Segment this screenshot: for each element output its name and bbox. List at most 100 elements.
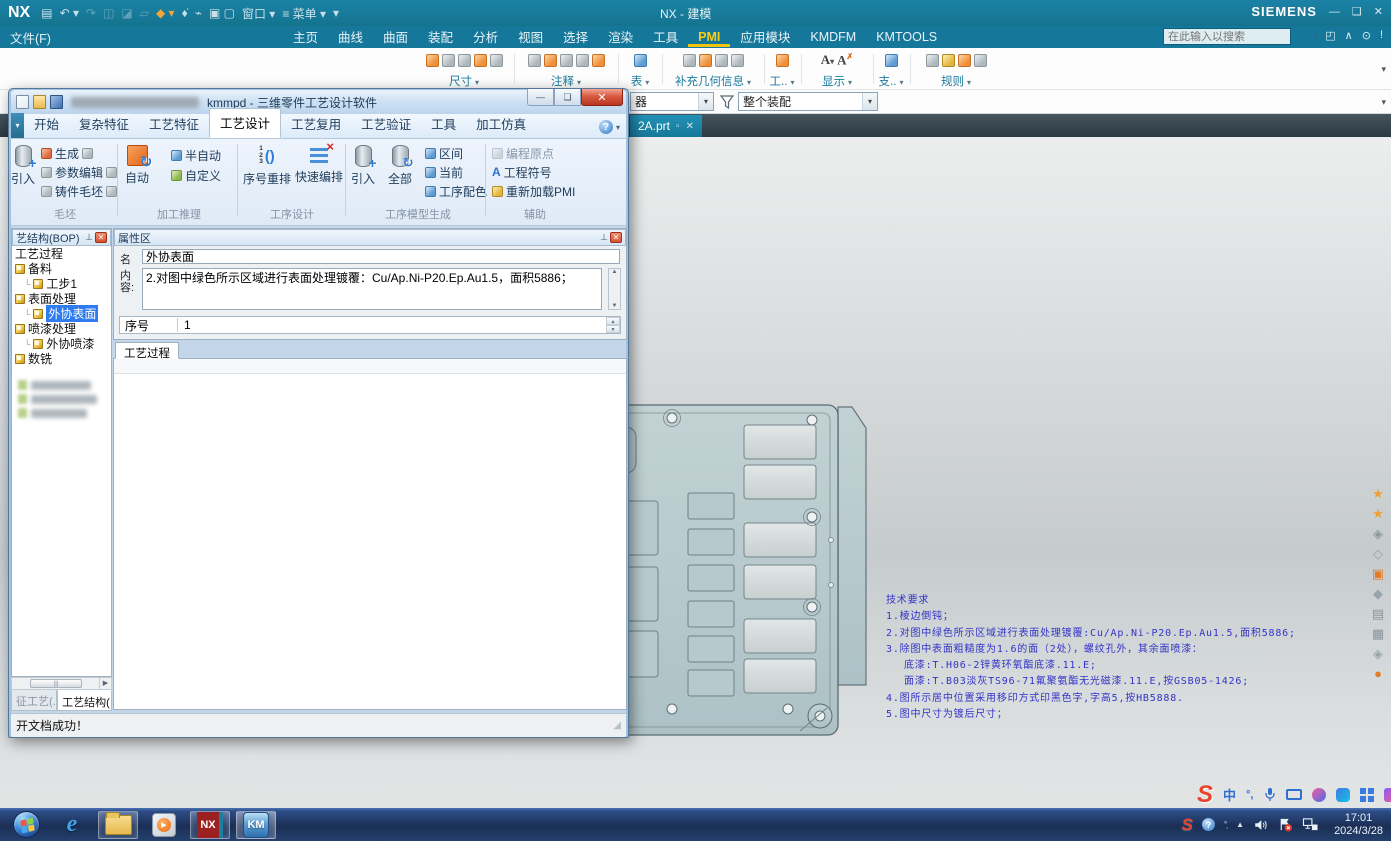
command-icon[interactable]: ⌁ (195, 6, 202, 20)
nx-close-button[interactable]: ✕ (1374, 5, 1383, 18)
skin-icon[interactable] (1312, 788, 1326, 802)
rapid-dimension-icon[interactable] (426, 54, 439, 67)
display-style-icon[interactable]: A▾ (821, 52, 834, 68)
microphone-icon[interactable]: ♦̍ (182, 6, 188, 20)
taskbar-nx[interactable]: NX (190, 811, 230, 839)
ribbon-group-annotation[interactable]: 注释▾ (518, 51, 614, 89)
tree-item-stock[interactable]: 备料 (12, 261, 111, 276)
tray-sogou-icon[interactable]: S (1182, 815, 1193, 835)
ribbon-group-dimension[interactable]: 尺寸▾ (418, 51, 510, 89)
ribbon-group-rules[interactable]: 规则▾ (913, 51, 999, 89)
properties-panel-header[interactable]: 属性区 ⊥ ✕ (114, 229, 626, 246)
help-icon[interactable]: ⊙ (1362, 29, 1371, 42)
kmmpd-help-icon[interactable]: ? (599, 120, 613, 134)
sheet-edit-icon[interactable]: ▤ (1372, 607, 1384, 620)
menu-tab-assembly[interactable]: 装配 (418, 25, 463, 49)
table-edit-icon[interactable]: ▦ (1372, 627, 1384, 640)
menu-tab-kmdfm[interactable]: KMDFM (800, 28, 866, 47)
bop-panel-header[interactable]: 艺结构(BOP) ⊥ ✕ (12, 229, 111, 246)
nx-restore-button[interactable]: ❑ (1352, 5, 1362, 18)
ribbon-overflow-icon[interactable]: ▾ (1381, 64, 1386, 75)
ime-mode-indicator[interactable]: 中 (1223, 785, 1236, 804)
bop-horizontal-scrollbar[interactable]: ||| ▶ (11, 677, 112, 690)
kmmpd-close-button[interactable]: ✕ (581, 89, 623, 106)
menu-tab-tools[interactable]: 工具 (643, 25, 688, 49)
taskbar-media-player[interactable]: ▶ (144, 811, 184, 839)
kmmpd-tab-process-reuse[interactable]: 工艺复用 (281, 110, 351, 138)
properties-close-icon[interactable]: ✕ (610, 232, 622, 243)
tree-item-step1[interactable]: └工步1 (12, 276, 111, 291)
action-center-flag-icon[interactable] (1277, 817, 1293, 832)
menu-tab-kmtools[interactable]: KMTOOLS (866, 28, 947, 47)
tray-expand-icon[interactable]: ▲ (1236, 820, 1244, 829)
redo-icon[interactable]: ↷ (86, 6, 96, 20)
eng-symbol-button[interactable]: A工程符号 (492, 164, 552, 180)
save-icon[interactable]: ▤ (41, 6, 52, 20)
kmmpd-window[interactable]: kmmpd - 三维零件工艺设计软件 — ❑ ✕ ▾ 开始 复杂特征 工艺特征 … (8, 88, 629, 738)
tray-help-icon[interactable]: ? (1202, 818, 1215, 831)
resize-grip[interactable]: ◢ (613, 720, 621, 731)
qat-overflow-icon[interactable]: ▾ (333, 6, 339, 20)
radial-dimension-icon[interactable] (458, 54, 471, 67)
sogou-logo[interactable]: S (1197, 781, 1213, 809)
cylinder-icon[interactable]: ● (1374, 667, 1382, 680)
file-menu[interactable]: 文件(F) (10, 28, 51, 47)
menu-tab-select[interactable]: 选择 (553, 25, 598, 49)
coordinate-icon[interactable] (715, 54, 728, 67)
alert-icon[interactable]: ! (1380, 29, 1383, 42)
minimize-ribbon-icon[interactable]: ∧ (1345, 29, 1353, 42)
menu-tab-surface[interactable]: 曲面 (373, 25, 418, 49)
process-flow-tab[interactable]: 工艺过程 (115, 342, 179, 359)
selection-filter-combo[interactable]: 器 ▾ (630, 92, 714, 111)
blank-generate-button[interactable]: 生成 (41, 145, 93, 161)
measure-icon[interactable]: ◇ (1373, 547, 1383, 560)
search-icon[interactable]: ⌕ (1314, 30, 1320, 43)
ribbon-collapse-icon[interactable]: ▾ (11, 113, 24, 138)
part-drawing[interactable] (605, 395, 895, 745)
taskbar-clock[interactable]: 17:01 2024/3/28 (1328, 812, 1383, 838)
scroll-down-icon[interactable]: ▼ (612, 303, 618, 309)
network-icon[interactable] (1302, 817, 1319, 832)
kmmpd-tab-complex-feature[interactable]: 复杂特征 (69, 110, 139, 138)
quick-arrange-button[interactable]: 快速编排 (295, 145, 343, 185)
content-scrollbar[interactable]: ▲▼ (608, 268, 621, 310)
linear-dimension-icon[interactable] (442, 54, 455, 67)
kmmpd-tab-process-feature[interactable]: 工艺特征 (139, 110, 209, 138)
pin-icon[interactable]: ⊥ (600, 232, 608, 243)
bop-close-icon[interactable]: ✕ (95, 232, 107, 243)
technical-requirements-note[interactable]: 技术要求 1.棱边倒钝； 2.对图中绿色所示区域进行表面处理镀覆:Cu/Ap.N… (886, 593, 1296, 723)
name-field[interactable] (142, 249, 620, 264)
kmmpd-tab-machining-sim[interactable]: 加工仿真 (466, 110, 536, 138)
list-view-icon[interactable]: ▣ (1372, 567, 1384, 580)
op-import-button[interactable]: 引入 (351, 145, 375, 187)
op-color-button[interactable]: 工序配色 (425, 183, 487, 199)
ribbon-group-table[interactable]: 表▾ (621, 51, 659, 89)
section-icon[interactable] (699, 54, 712, 67)
semi-auto-button[interactable]: 半自动 (171, 147, 221, 163)
help-dropdown-icon[interactable]: ▾ (616, 123, 620, 132)
menu-tab-render[interactable]: 渲染 (598, 25, 643, 49)
tab-process-structure[interactable]: 工艺结构(... (57, 690, 112, 711)
auto-inference-button[interactable]: 自动 (125, 145, 149, 186)
tree-item-cnc-mill[interactable]: 数铣 (12, 351, 111, 366)
menu-tab-pmi[interactable]: PMI (688, 28, 730, 47)
tool-dropdown-icon[interactable]: ◆ ▾ (156, 6, 175, 20)
menu-tab-curve[interactable]: 曲线 (328, 25, 373, 49)
ribbon-group-supplemental-geometry[interactable]: 补充几何信息▾ (665, 51, 761, 89)
filter-dropdown-icon[interactable]: ▾ (698, 93, 713, 110)
hide-pmi-icon[interactable]: A✗ (837, 52, 853, 68)
part-tab-2a[interactable]: 2A.prt ▫ ✕ (630, 115, 702, 137)
spin-down-icon[interactable]: ▼ (606, 325, 620, 333)
pan-icon[interactable]: ◈ (1373, 527, 1383, 540)
open-doc-icon[interactable] (33, 95, 46, 109)
blank-import-button[interactable]: 引入 (11, 145, 35, 187)
volume-icon[interactable] (1253, 818, 1268, 832)
pin-icon[interactable]: ⊥ (85, 232, 93, 243)
voice-input-icon[interactable] (1264, 787, 1276, 802)
op-all-button[interactable]: 全部 (388, 145, 412, 187)
kmmpd-tab-start[interactable]: 开始 (24, 110, 69, 138)
menu-tab-application[interactable]: 应用模块 (730, 25, 800, 49)
ribbon-group-tool[interactable]: 工..▾ (766, 51, 798, 89)
search-input[interactable] (1164, 31, 1314, 43)
taskbar-explorer[interactable] (98, 811, 138, 839)
